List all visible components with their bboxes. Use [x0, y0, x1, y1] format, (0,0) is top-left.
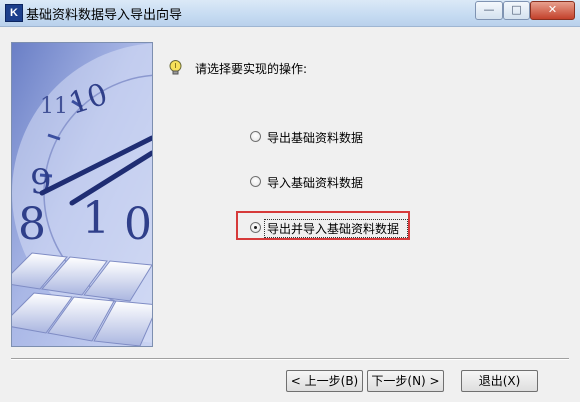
prompt-text: 请选择要实现的操作:: [195, 62, 308, 76]
option-export-label[interactable]: 导出基础资料数据: [267, 129, 363, 146]
lightbulb-icon: [169, 60, 182, 75]
svg-text:0: 0: [124, 199, 152, 250]
back-button[interactable]: < 上一步(B): [286, 370, 363, 392]
title-bar[interactable]: K 基础资料数据导入导出向导 — □ ✕: [0, 0, 580, 27]
annotation-highlight-box: [236, 211, 410, 240]
minimize-button[interactable]: —: [475, 1, 503, 20]
radio-export[interactable]: [250, 131, 261, 142]
wizard-window: K 基础资料数据导入导出向导 — □ ✕ 11 10 9 8 1 0 请选择要实…: [0, 0, 580, 402]
radio-import[interactable]: [250, 176, 261, 187]
wizard-clock-keyboard-image: 11 10 9 8 1 0: [11, 42, 153, 347]
window-title: 基础资料数据导入导出向导: [26, 8, 183, 23]
svg-text:11: 11: [40, 94, 68, 119]
close-button[interactable]: ✕: [530, 1, 575, 20]
maximize-button[interactable]: □: [503, 1, 530, 20]
next-button[interactable]: 下一步(N) >: [367, 370, 444, 392]
svg-text:9: 9: [30, 162, 52, 202]
exit-button[interactable]: 退出(X): [461, 370, 538, 392]
option-import-label[interactable]: 导入基础资料数据: [267, 174, 363, 191]
svg-text:8: 8: [18, 199, 46, 250]
app-icon[interactable]: K: [5, 4, 23, 22]
svg-text:1: 1: [82, 193, 110, 244]
separator: [11, 358, 569, 360]
